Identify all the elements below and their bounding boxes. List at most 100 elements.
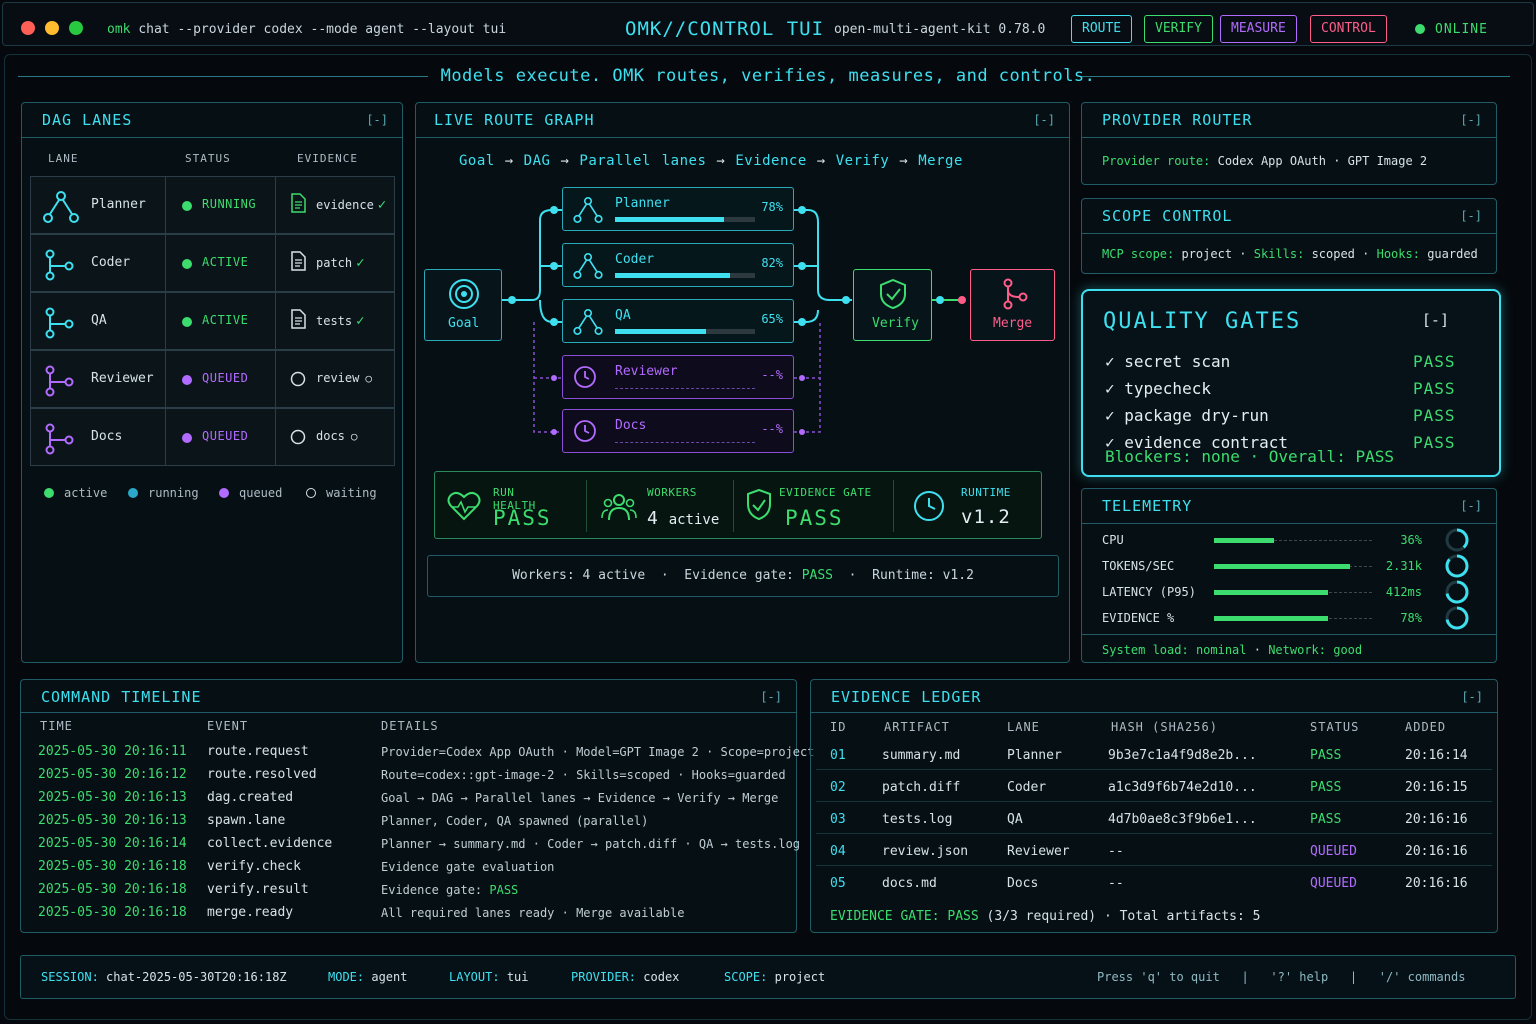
ledger-id: 03 (830, 812, 846, 827)
scope-key: SCOPE: (724, 970, 768, 984)
network-value: good (1333, 643, 1363, 657)
separator: · (848, 568, 857, 583)
telemetry-bar-fill (1214, 564, 1350, 569)
summary-runtime-key: Runtime: (872, 568, 935, 583)
timeline-details-text: Goal → DAG → Parallel lanes → Evidence →… (381, 791, 779, 805)
worker-planner[interactable]: Planner 78% (562, 187, 794, 231)
separator: · (660, 568, 669, 583)
panel-divider (811, 712, 1497, 713)
hooks-value: guarded (1427, 247, 1478, 261)
health-divider (586, 480, 587, 532)
panel-divider (1082, 523, 1496, 524)
gauge-ring-icon (1444, 605, 1470, 635)
timeline-details-text: All required lanes ready · Merge availab… (381, 906, 685, 920)
ledger-header: LANE (1007, 720, 1040, 734)
worker-docs[interactable]: Docs --% (562, 409, 794, 453)
ledger-collapse-button[interactable]: [-] (1461, 690, 1483, 704)
worker-icon-wrap (573, 309, 603, 339)
mode-value: agent (371, 970, 408, 984)
ledger-status: PASS (1310, 812, 1342, 827)
provider-router-panel: PROVIDER ROUTER [-] Provider route: Code… (1081, 102, 1497, 185)
ledger-id: 04 (830, 844, 846, 859)
command-timeline-title: COMMAND TIMELINE (41, 688, 202, 706)
worker-reviewer[interactable]: Reviewer --% (562, 355, 794, 399)
ledger-header: STATUS (1310, 720, 1360, 734)
ledger-id: 01 (830, 748, 846, 763)
ledger-hash: -- (1108, 844, 1124, 859)
scope-value: project (774, 970, 826, 984)
users-icon (601, 494, 637, 521)
timeline-details: Planner → summary.md · Coder → patch.dif… (381, 837, 800, 851)
verify-node[interactable]: Verify (853, 269, 932, 341)
ledger-lane: Coder (1007, 780, 1047, 795)
system-load-key: System load: (1102, 643, 1189, 657)
quality-gates-panel: QUALITY GATES [-] ✓ secret scan PASS ✓ typ… (1081, 289, 1501, 477)
ledger-added: 20:16:16 (1405, 844, 1468, 859)
provider-router-title: PROVIDER ROUTER (1102, 111, 1253, 129)
summary-gate-value: PASS (801, 568, 834, 583)
worker-progress-fill (615, 273, 730, 278)
ledger-hash: 4d7b0ae8c3f9b6e1... (1108, 812, 1257, 827)
worker-percent: 78% (761, 200, 783, 214)
hooks-key: Hooks: (1376, 247, 1420, 261)
ledger-artifact: patch.diff (882, 780, 961, 795)
provider-key: PROVIDER: (571, 970, 637, 984)
workers-count: 4 (647, 508, 658, 529)
timeline-details-pass: PASS (489, 883, 519, 897)
worker-coder[interactable]: Coder 82% (562, 243, 794, 287)
worker-progress-fill (615, 217, 725, 222)
goal-node[interactable]: Goal (424, 269, 502, 341)
telemetry-label: TOKENS/SEC (1102, 559, 1175, 573)
quality-gate-result: PASS (1413, 406, 1456, 425)
status-bar: SESSION: chat-2025-05-30T20:16:18Z MODE:… (20, 955, 1516, 999)
summary-runtime-value: v1.2 (942, 568, 974, 583)
worker-percent: 82% (761, 256, 783, 270)
summary-workers-key: Workers: (512, 568, 575, 583)
worker-tree-icon (573, 253, 603, 279)
merge-node[interactable]: Merge (970, 269, 1055, 341)
gauge-icon (1445, 528, 1469, 552)
timeline-header-details: DETAILS (381, 719, 439, 733)
telemetry-bar-fill (1214, 590, 1328, 595)
skills-key: Skills: (1253, 247, 1305, 261)
quality-collapse-button[interactable]: [-] (1422, 311, 1449, 329)
quality-gates-title: QUALITY GATES (1103, 309, 1302, 334)
workers-label: WORKERS (647, 486, 697, 499)
telemetry-collapse-button[interactable]: [-] (1460, 499, 1482, 513)
worker-tree-icon (573, 309, 603, 335)
timeline-event: verify.check (207, 859, 301, 874)
telemetry-label: LATENCY (P95) (1102, 585, 1196, 599)
provider-collapse-button[interactable]: [-] (1460, 113, 1482, 127)
ledger-header: HASH (SHA256) (1111, 720, 1218, 734)
worker-progress-bar (615, 273, 755, 278)
quality-gate-name: ✓ package dry-run (1105, 406, 1269, 425)
timeline-details-text: Route=codex::gpt-image-2 · Skills=scoped… (381, 768, 786, 782)
worker-icon-wrap (573, 197, 603, 227)
worker-progress-bar (615, 217, 755, 222)
ledger-header: ADDED (1405, 720, 1447, 734)
quality-gate-result: PASS (1413, 352, 1456, 371)
mode-key: MODE: (328, 970, 365, 984)
timeline-time: 2025-05-30 20:16:11 (38, 744, 187, 759)
telemetry-bar (1214, 590, 1372, 597)
quality-gate-result: PASS (1413, 379, 1456, 398)
ledger-added: 20:16:14 (1405, 748, 1468, 763)
timeline-header-time: TIME (40, 719, 73, 733)
quality-gate-name: ✓ secret scan (1105, 352, 1231, 371)
timeline-details: Goal → DAG → Parallel lanes → Evidence →… (381, 791, 778, 805)
timeline-details: Evidence gate: PASS (381, 883, 518, 897)
ledger-artifact: summary.md (882, 748, 961, 763)
ledger-added: 20:16:16 (1405, 812, 1468, 827)
worker-icon-wrap (573, 365, 597, 393)
panel-divider (1082, 233, 1496, 234)
timeline-header-event: EVENT (207, 719, 249, 733)
scope-collapse-button[interactable]: [-] (1460, 209, 1482, 223)
ledger-lane: Docs (1007, 876, 1039, 891)
worker-qa[interactable]: QA 65% (562, 299, 794, 343)
ledger-id: 05 (830, 876, 846, 891)
git-merge-icon (1003, 278, 1028, 310)
telemetry-value: 2.31k (1385, 559, 1422, 573)
timeline-collapse-button[interactable]: [-] (760, 690, 782, 704)
route-summary: Workers: 4 active · Evidence gate: PASS … (427, 555, 1059, 597)
scope-control-panel: SCOPE CONTROL [-] MCP scope: project · S… (1081, 198, 1497, 274)
